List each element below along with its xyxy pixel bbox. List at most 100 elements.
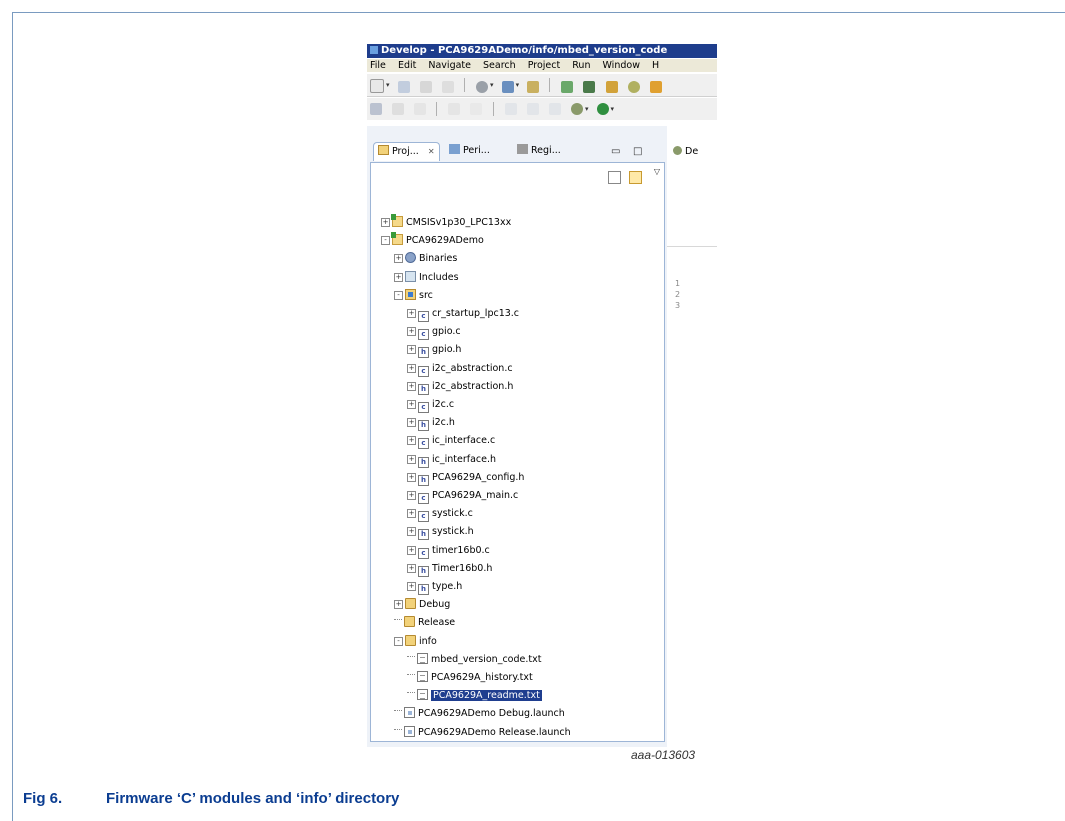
menu-search[interactable]: Search — [483, 60, 516, 71]
maximize-icon[interactable]: □ — [633, 146, 642, 157]
expand-icon[interactable]: + — [407, 509, 416, 518]
tree-item[interactable]: + h gpio.h — [407, 342, 461, 358]
expand-icon[interactable]: + — [407, 345, 416, 354]
expand-icon[interactable]: + — [394, 600, 403, 609]
step-into-icon[interactable] — [504, 103, 517, 115]
tree-item[interactable]: + c timer16b0.c — [407, 543, 490, 559]
tree-item[interactable]: + c systick.c — [407, 506, 473, 522]
tree-item[interactable]: + c PCA9629A_main.c — [407, 488, 518, 504]
collapse-icon[interactable]: - — [394, 637, 403, 646]
tree-item[interactable]: + Debug — [394, 597, 450, 613]
step-over-icon[interactable] — [526, 103, 539, 115]
build-config-icon[interactable] — [475, 81, 488, 93]
tree-item[interactable]: + CMSISv1p30_LPC13xx — [381, 214, 511, 231]
run-icon[interactable] — [596, 103, 609, 115]
tree-item[interactable]: + h i2c.h — [407, 415, 455, 431]
step-return-icon[interactable] — [548, 103, 561, 115]
expand-icon[interactable]: + — [407, 327, 416, 336]
build-icon[interactable] — [501, 81, 514, 93]
skip-breakpoints-icon[interactable] — [370, 103, 382, 115]
expand-icon[interactable]: + — [407, 527, 416, 536]
disconnect-icon[interactable] — [470, 103, 483, 115]
tab-registers[interactable]: Regi... — [517, 142, 561, 160]
minimize-icon[interactable]: ▭ — [611, 146, 620, 157]
expand-icon[interactable]: + — [407, 309, 416, 318]
expand-icon[interactable]: + — [407, 491, 416, 500]
expand-icon[interactable]: + — [407, 400, 416, 409]
debug-icon[interactable] — [570, 103, 583, 115]
tree-item-label: Binaries — [419, 253, 458, 264]
tree-item[interactable]: + c i2c_abstraction.c — [407, 361, 513, 377]
debug-dropdown-icon[interactable]: ▾ — [585, 105, 589, 113]
expand-icon[interactable]: + — [407, 546, 416, 555]
brush-icon[interactable] — [605, 81, 618, 93]
expand-icon[interactable]: + — [407, 455, 416, 464]
save-icon[interactable] — [397, 81, 410, 93]
new-icon[interactable] — [370, 79, 384, 93]
expand-icon[interactable]: + — [381, 218, 390, 227]
tree-item[interactable]: + c gpio.c — [407, 324, 461, 340]
suspend-icon[interactable] — [414, 103, 427, 115]
tree-item[interactable]: PCA9629ADemo Release.launch — [394, 725, 571, 741]
tree-item[interactable]: PCA9629A_history.txt — [407, 670, 533, 686]
tree-item[interactable]: mbed_version_code.txt — [407, 652, 541, 668]
new-c-project-icon[interactable] — [561, 81, 574, 93]
tree-item[interactable]: + Binaries — [394, 251, 457, 267]
tree-item[interactable]: + h systick.h — [407, 524, 474, 540]
close-icon[interactable]: ✕ — [428, 147, 435, 156]
tree-item[interactable]: + h ic_interface.h — [407, 452, 496, 468]
tree-item[interactable]: PCA9629ADemo Debug.launch — [394, 706, 565, 722]
tree-item[interactable]: + h i2c_abstraction.h — [407, 379, 513, 395]
new-dropdown-icon[interactable]: ▾ — [386, 81, 390, 89]
menu-navigate[interactable]: Navigate — [428, 60, 471, 71]
build-config-dropdown-icon[interactable]: ▾ — [490, 81, 494, 89]
tree-item[interactable]: + h Timer16b0.h — [407, 561, 492, 577]
print-icon[interactable] — [441, 81, 454, 93]
h-file-icon: h — [418, 384, 429, 395]
tree-item-label: Includes — [419, 272, 459, 283]
terminate-icon[interactable] — [448, 103, 461, 115]
pin-icon[interactable] — [583, 81, 596, 93]
tree-item[interactable]: Release — [394, 615, 455, 631]
expand-icon[interactable]: + — [394, 254, 403, 263]
tree-item[interactable]: + h type.h — [407, 579, 462, 595]
tab-project-explorer[interactable]: Proj... ✕ — [373, 142, 440, 161]
expand-icon[interactable]: + — [407, 582, 416, 591]
tree-item[interactable]: - info — [394, 634, 437, 650]
tools-icon[interactable] — [627, 81, 640, 93]
tree-item[interactable]: + Includes — [394, 270, 459, 286]
save-all-icon[interactable] — [419, 81, 432, 93]
expand-icon[interactable]: + — [407, 564, 416, 573]
menu-help[interactable]: H — [652, 60, 659, 71]
expand-icon[interactable]: + — [407, 418, 416, 427]
collapse-icon[interactable]: - — [381, 236, 390, 245]
tree-item[interactable]: + c cr_startup_lpc13.c — [407, 306, 519, 322]
menu-window[interactable]: Window — [603, 60, 640, 71]
tree-item[interactable]: - src — [394, 288, 433, 304]
build-dropdown-icon[interactable]: ▾ — [516, 81, 520, 89]
tab-debug[interactable]: De — [673, 146, 698, 157]
menu-run[interactable]: Run — [572, 60, 590, 71]
tab-peripherals[interactable]: Peri... — [449, 142, 490, 160]
tree-item[interactable]: + c i2c.c — [407, 397, 454, 413]
menu-project[interactable]: Project — [528, 60, 561, 71]
collapse-icon[interactable]: - — [394, 291, 403, 300]
collapse-all-icon[interactable] — [607, 171, 621, 184]
tree-item[interactable]: PCA9629A_readme.txt — [407, 688, 542, 704]
run-dropdown-icon[interactable]: ▾ — [611, 105, 615, 113]
extra-tool-icon[interactable] — [649, 81, 662, 93]
tree-item[interactable]: + h PCA9629A_config.h — [407, 470, 524, 486]
expand-icon[interactable]: + — [407, 364, 416, 373]
expand-icon[interactable]: + — [407, 436, 416, 445]
resume-icon[interactable] — [392, 103, 405, 115]
tree-item[interactable]: - PCA9629ADemo — [381, 232, 484, 249]
expand-icon[interactable]: + — [407, 473, 416, 482]
tree-item[interactable]: + c ic_interface.c — [407, 433, 495, 449]
link-with-editor-icon[interactable] — [629, 171, 642, 184]
menu-file[interactable]: File — [370, 60, 386, 71]
expand-icon[interactable]: + — [407, 382, 416, 391]
expand-icon[interactable]: + — [394, 273, 403, 282]
menu-edit[interactable]: Edit — [398, 60, 416, 71]
binary-icon[interactable] — [527, 81, 540, 93]
view-menu-icon[interactable]: ▽ — [654, 167, 660, 176]
